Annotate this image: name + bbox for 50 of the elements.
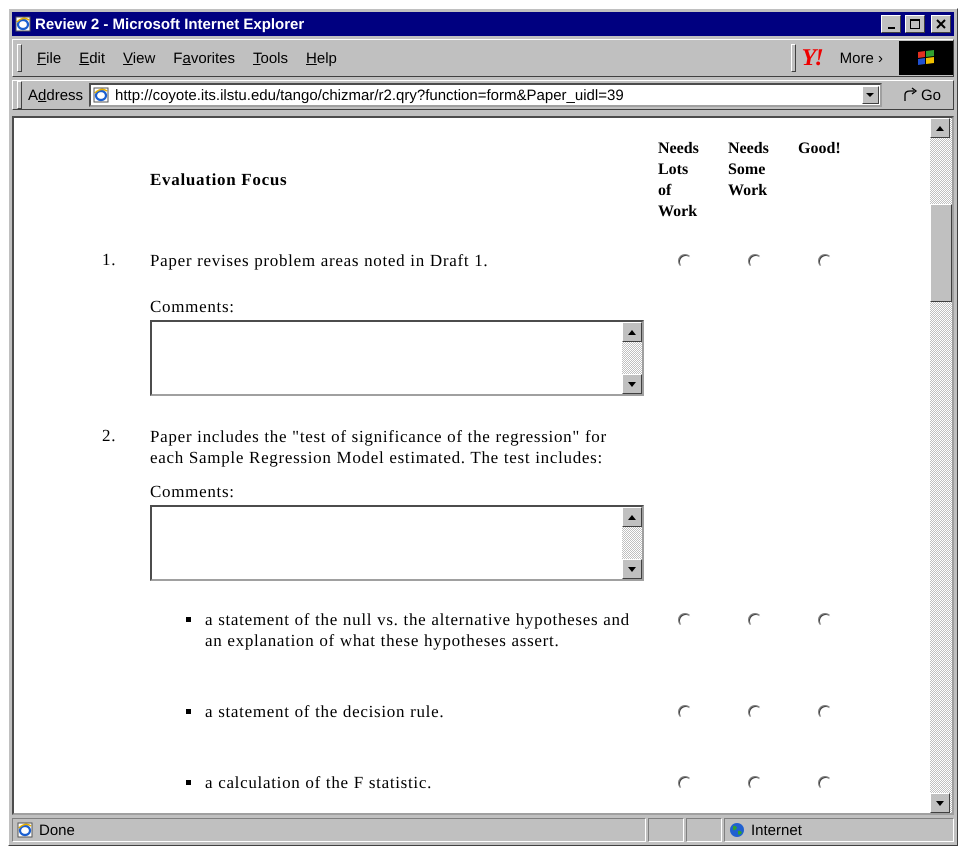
menu-item[interactable]: File: [28, 46, 70, 70]
go-button[interactable]: Go: [896, 86, 947, 104]
comments-label: Comments:: [150, 297, 236, 317]
zone-text: Internet: [751, 822, 802, 838]
browser-icon: [15, 16, 31, 32]
column-heading: Evaluation Focus: [150, 170, 288, 190]
status-pane: [648, 818, 684, 842]
go-arrow-icon: [902, 87, 918, 103]
menu-item[interactable]: Edit: [70, 46, 114, 70]
comments-field[interactable]: [150, 320, 644, 396]
window-title: Review 2 - Microsoft Internet Explorer: [35, 16, 306, 32]
bullet-icon: [186, 709, 191, 714]
criterion-text: a calculation of the F statistic.: [205, 772, 432, 793]
bullet-icon: [186, 780, 191, 785]
globe-icon: [729, 822, 745, 838]
caret-icon: [866, 92, 874, 98]
more-button[interactable]: More ›: [834, 48, 889, 68]
rating-heading: Needs Lots of Work: [657, 139, 699, 222]
minimize-button[interactable]: [881, 15, 901, 33]
flag-icon: [917, 50, 935, 66]
close-icon: [936, 19, 946, 29]
item-number: 2.: [102, 426, 118, 446]
vertical-scrollbar[interactable]: [930, 118, 952, 813]
rating-heading: Needs Some Work: [727, 139, 769, 201]
dropdown-button[interactable]: [862, 86, 879, 104]
status-text: Done: [39, 822, 75, 838]
url-text: http://coyote.its.ilstu.edu/tango/chizmar/r2.qry?function=form&Paper_uidl=39: [115, 86, 625, 104]
scroll-thumb[interactable]: [930, 204, 952, 302]
comments-label: Comments:: [150, 482, 236, 502]
menu-item[interactable]: Tools: [244, 46, 298, 70]
address-field[interactable]: http://coyote.its.ilstu.edu/tango/chizmar/r2.qry?function=form&Paper_uidl=39: [89, 83, 882, 107]
maximize-button[interactable]: [905, 15, 925, 33]
criterion-text: a statement of the decision rule.: [205, 701, 444, 722]
maximize-icon: [910, 19, 920, 29]
status-pane: [686, 818, 722, 842]
page-icon: [17, 822, 33, 838]
comments-field[interactable]: [150, 505, 644, 581]
rating-heading: Good!: [797, 139, 841, 159]
menu-item[interactable]: View: [114, 46, 164, 70]
page-icon: [93, 87, 110, 103]
item-number: 1.: [102, 250, 118, 270]
minimize-icon: [888, 27, 894, 29]
bullet-icon: [186, 617, 191, 622]
question-text: Paper revises problem areas noted in Draft 1.: [150, 250, 490, 271]
address-label: Address: [28, 86, 84, 104]
question-text: Paper includes the "test of significance of the regression" for each Sample Regression Model estimated. The test includes:: [150, 426, 608, 468]
menu-item[interactable]: Favorites: [164, 46, 244, 70]
criterion-text: a statement of the null vs. the alternative hypotheses and an explanation of what these hypotheses assert.: [205, 609, 630, 651]
close-button[interactable]: [931, 15, 951, 33]
menu-item[interactable]: Help: [297, 46, 346, 70]
